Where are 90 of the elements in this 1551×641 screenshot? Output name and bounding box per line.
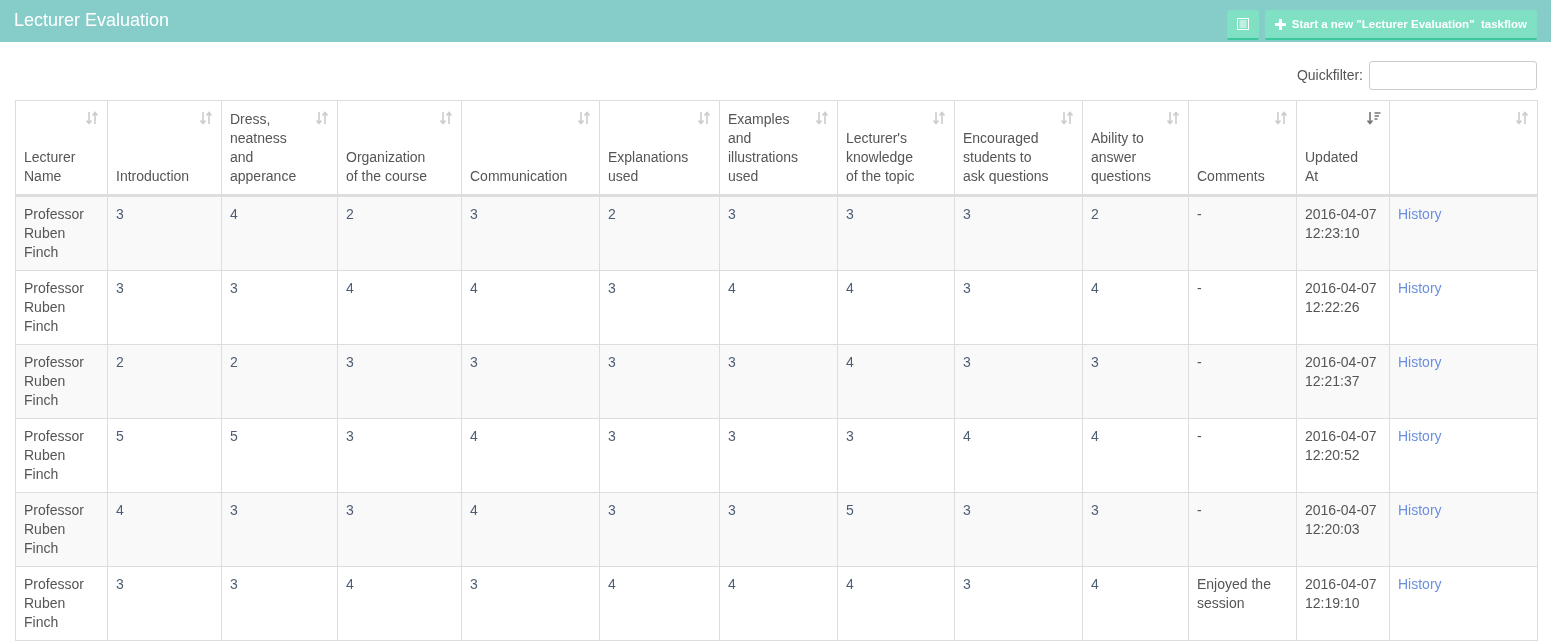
table-cell: 4 [116, 502, 124, 518]
table-cell: 3 [608, 280, 616, 296]
table-cell: 2016-04-07 12:21:37 [1305, 354, 1377, 389]
table-cell: - [1197, 354, 1202, 370]
table-cell: - [1197, 280, 1202, 296]
list-button[interactable] [1226, 10, 1259, 40]
table-cell: 3 [728, 206, 736, 222]
table-cell: 3 [846, 206, 854, 222]
table-cell: Professor Ruben Finch [24, 576, 84, 630]
table-cell: 3 [846, 428, 854, 444]
table-cell: 2016-04-07 12:19:10 [1305, 576, 1377, 611]
table-cell: Professor Ruben Finch [24, 354, 84, 408]
table-cell: 5 [846, 502, 854, 518]
table-cell: 3 [608, 502, 616, 518]
table-cell: 3 [470, 576, 478, 592]
table-cell: 4 [346, 576, 354, 592]
table-cell: 2 [608, 206, 616, 222]
column-label: Ability to answer questions [1091, 130, 1151, 184]
table-cell: 2 [230, 354, 238, 370]
column-label: Communication [470, 168, 568, 184]
table-cell: 3 [346, 502, 354, 518]
column-label: Comments [1197, 168, 1265, 184]
column-label: Encouraged students to ask questions [963, 130, 1049, 184]
table-cell: 3 [470, 354, 478, 370]
table-cell: 3 [230, 280, 238, 296]
table-cell: 3 [963, 502, 971, 518]
table-cell: 4 [470, 428, 478, 444]
table-cell: - [1197, 206, 1202, 222]
table-cell: 2016-04-07 12:20:03 [1305, 502, 1377, 537]
column-label: Lecturer Name [24, 149, 76, 184]
table-cell: 3 [116, 206, 124, 222]
table-cell: Professor Ruben Finch [24, 428, 84, 482]
plus-icon [1274, 18, 1286, 30]
column-label: Introduction [116, 168, 190, 184]
table-cell: - [1197, 428, 1202, 444]
table-cell: 4 [1091, 280, 1099, 296]
table-cell: 3 [963, 354, 971, 370]
table-cell: 5 [116, 428, 124, 444]
column-label: Organization of the course [346, 149, 427, 184]
table-cell: 3 [230, 576, 238, 592]
table-cell: 3 [608, 354, 616, 370]
table-cell: 3 [963, 576, 971, 592]
table-cell: 4 [230, 206, 238, 222]
column-label: Dress, neatness and apperance [230, 111, 297, 184]
list-icon [1236, 18, 1249, 30]
table-cell: 3 [116, 280, 124, 296]
table-cell: 3 [963, 206, 971, 222]
table-cell: 4 [963, 428, 971, 444]
table-cell: 2 [346, 206, 354, 222]
page-title: Lecturer Evaluation [14, 10, 170, 32]
table-cell: 3 [116, 576, 124, 592]
table-cell: 4 [728, 280, 736, 296]
table-cell: 4 [728, 576, 736, 592]
column-label: Lecturer's knowledge of the topic [846, 130, 915, 184]
table-cell: 4 [846, 280, 854, 296]
column-label: Examples and illustrations used [728, 111, 799, 184]
table-cell: 4 [1091, 428, 1099, 444]
table-cell: 4 [846, 576, 854, 592]
table-cell: 3 [1091, 354, 1099, 370]
table-cell: 4 [346, 280, 354, 296]
column-label: Explanations used [608, 149, 689, 184]
table-cell: 3 [608, 428, 616, 444]
table-cell: 4 [470, 502, 478, 518]
table-cell: 2 [116, 354, 124, 370]
table-cell: Professor Ruben Finch [24, 206, 84, 260]
table-cell: 4 [608, 576, 616, 592]
table-cell: Enjoyed the session [1197, 576, 1271, 611]
table-cell: 3 [963, 280, 971, 296]
table-cell: 3 [1091, 502, 1099, 518]
table-cell: 4 [1091, 576, 1099, 592]
table-cell: 4 [470, 280, 478, 296]
quickfilter-field[interactable] [1369, 60, 1537, 90]
table-cell: 3 [728, 502, 736, 518]
quickfilter-label: Quickfilter: [1296, 67, 1363, 83]
table-cell: 2016-04-07 12:20:52 [1305, 428, 1377, 463]
table-cell: 3 [230, 502, 238, 518]
table-cell: 3 [346, 428, 354, 444]
table-cell: 2016-04-07 12:23:10 [1305, 206, 1377, 241]
column-label: Updated At [1305, 149, 1358, 184]
table-cell: 2016-04-07 12:22:26 [1305, 280, 1377, 315]
table-cell: 3 [728, 428, 736, 444]
table-cell: 3 [728, 354, 736, 370]
table-cell: - [1197, 502, 1202, 518]
table-cell: 3 [470, 206, 478, 222]
table-cell: 5 [230, 428, 238, 444]
table-cell: 2 [1091, 206, 1099, 222]
table-cell: Professor Ruben Finch [24, 502, 84, 556]
table-cell: Professor Ruben Finch [24, 280, 84, 334]
table-cell: 3 [346, 354, 354, 370]
table-cell: 4 [846, 354, 854, 370]
